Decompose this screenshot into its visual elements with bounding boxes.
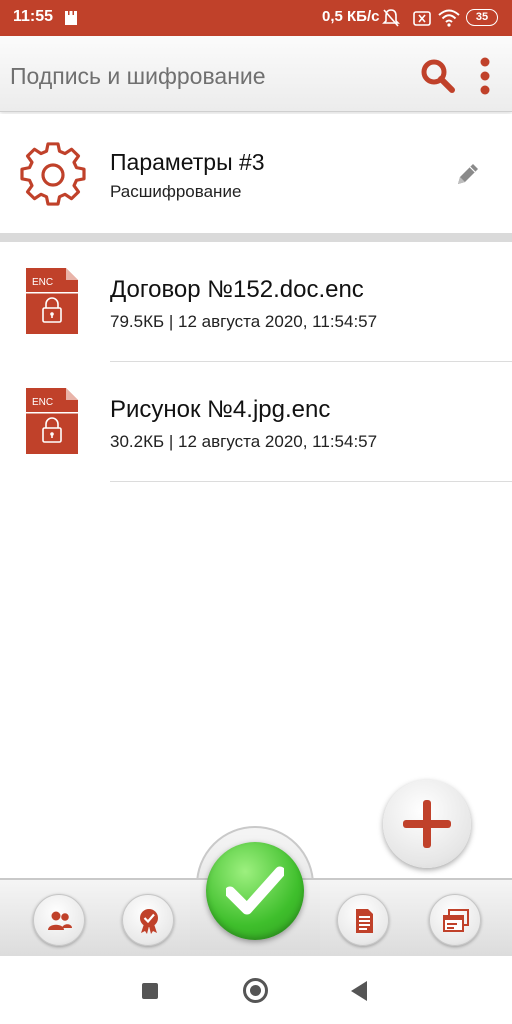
- file-list-item[interactable]: ENC Договор №152.doc.enc 79.5КБ | 12 авг…: [0, 268, 512, 388]
- parameters-subtitle: Расшифрование: [110, 182, 242, 201]
- windows-button[interactable]: [429, 894, 481, 946]
- parameters-card[interactable]: Параметры #3 Расшифрование: [0, 114, 512, 234]
- file-badge: ENC: [32, 277, 53, 288]
- certificate-icon: [140, 909, 158, 934]
- plus-icon: [403, 800, 451, 848]
- home-icon[interactable]: [243, 978, 268, 1003]
- encrypted-file-icon: ENC: [26, 268, 78, 334]
- contacts-button[interactable]: [33, 894, 85, 946]
- more-vert-icon[interactable]: [478, 57, 492, 95]
- list-divider: [110, 361, 512, 362]
- app-title: Подпись и шифрование: [10, 63, 266, 89]
- recents-icon[interactable]: [142, 983, 158, 999]
- parameters-title: Параметры #3: [110, 149, 265, 175]
- file-name: Рисунок №4.jpg.enc: [110, 396, 331, 423]
- document-icon: [356, 909, 373, 933]
- documents-button[interactable]: [337, 894, 389, 946]
- file-name: Договор №152.doc.enc: [110, 276, 364, 303]
- battery-icon: 35: [466, 9, 498, 26]
- confirm-button[interactable]: [206, 842, 304, 940]
- file-list-item[interactable]: ENC Рисунок №4.jpg.enc 30.2КБ | 12 авгус…: [0, 388, 512, 508]
- file-badge: ENC: [32, 397, 53, 408]
- system-nav-bar: [0, 956, 512, 1024]
- encrypted-file-icon: ENC: [26, 388, 78, 454]
- file-meta: 79.5КБ | 12 августа 2020, 11:54:57: [110, 312, 378, 331]
- status-time: 11:55: [13, 8, 54, 25]
- add-button[interactable]: [383, 780, 471, 868]
- notification-icon: [65, 11, 77, 25]
- file-meta: 30.2КБ | 12 августа 2020, 11:54:57: [110, 432, 378, 451]
- status-bar: 11:55 0,5 КБ/с 35: [0, 0, 512, 36]
- list-divider: [110, 481, 512, 482]
- contacts-icon: [48, 911, 72, 930]
- network-speed: 0,5 КБ/с: [322, 8, 380, 25]
- certificates-button[interactable]: [122, 894, 174, 946]
- checkmark-icon: [226, 866, 284, 915]
- windows-icon: [443, 909, 469, 932]
- gear-icon: [20, 142, 86, 206]
- wifi-icon: [438, 9, 460, 27]
- pencil-icon[interactable]: [454, 160, 482, 188]
- sim-off-icon: [413, 11, 431, 26]
- bell-muted-icon: [382, 9, 400, 27]
- section-divider: [0, 233, 512, 242]
- app-bar: Подпись и шифрование: [0, 36, 512, 112]
- back-icon[interactable]: [351, 981, 367, 1001]
- search-icon[interactable]: [419, 58, 457, 94]
